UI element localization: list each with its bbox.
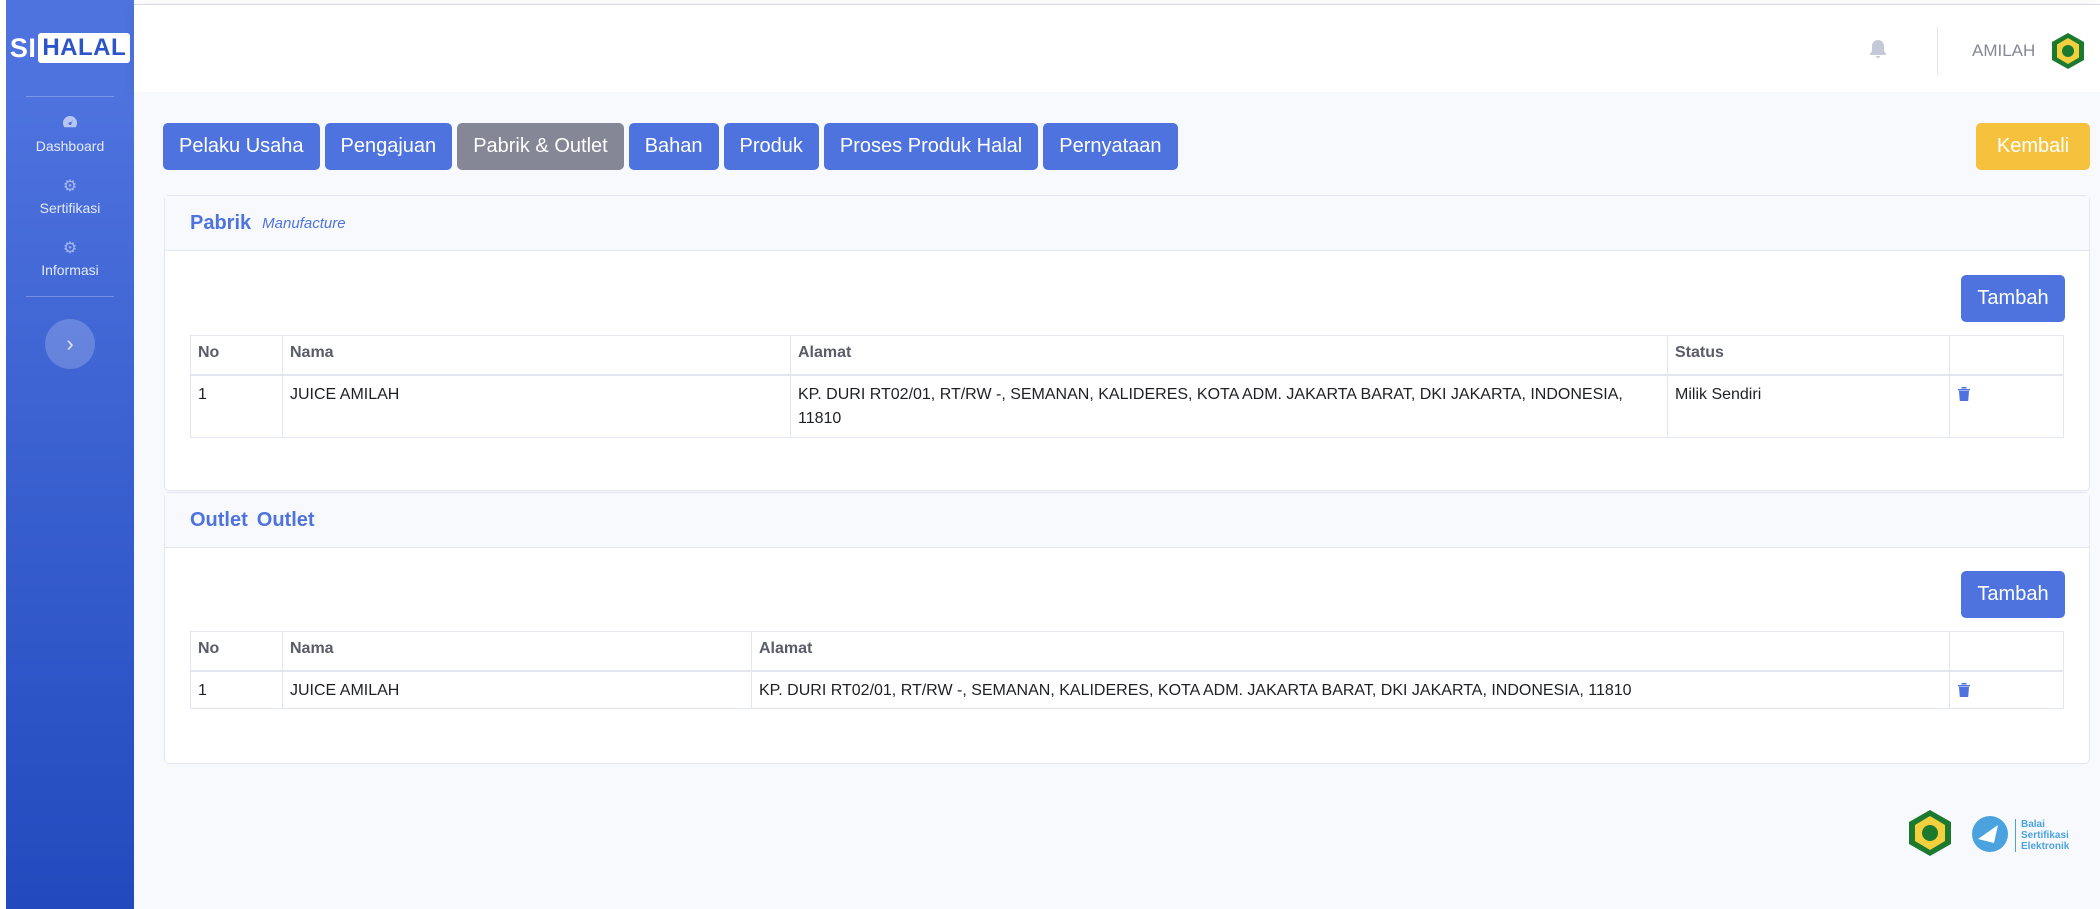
main-content: Pelaku Usaha Pengajuan Pabrik & Outlet B… (134, 92, 2100, 909)
cell-nama: JUICE AMILAH (282, 374, 791, 438)
pabrik-card-header: Pabrik Manufacture (165, 196, 2089, 251)
sidebar-item-informasi[interactable]: ⚙ Informasi (6, 226, 134, 296)
cell-nama: JUICE AMILAH (282, 670, 752, 709)
tab-pengajuan[interactable]: Pengajuan (324, 123, 453, 170)
cell-status: Milik Sendiri (1667, 374, 1950, 438)
card-title: Outlet (190, 508, 248, 531)
cell-actions (1949, 670, 2064, 709)
tab-pabrik-outlet[interactable]: Pabrik & Outlet (457, 123, 624, 170)
table-header-row: No Nama Alamat (190, 631, 2064, 672)
pabrik-table: No Nama Alamat Status 1 JUICE AMILAH KP.… (190, 335, 2064, 438)
column-header: Alamat (751, 631, 1950, 672)
sidebar-item-sertifikasi[interactable]: ⚙ Sertifikasi (6, 164, 134, 226)
sidebar-item-label: Informasi (41, 262, 99, 278)
outlet-table: No Nama Alamat 1 JUICE AMILAH KP. DURI R… (190, 631, 2064, 709)
sidebar-item-label: Dashboard (35, 138, 105, 154)
column-header: Nama (282, 335, 791, 376)
add-outlet-button[interactable]: Tambah (1961, 571, 2065, 618)
bell-icon[interactable] (1868, 39, 1888, 67)
chevron-right-icon: › (66, 331, 74, 356)
topbar-divider (1937, 27, 1938, 75)
add-pabrik-button[interactable]: Tambah (1961, 275, 2065, 322)
sidebar-toggle-button[interactable]: › (45, 319, 95, 369)
tab-produk[interactable]: Produk (723, 123, 819, 170)
card-subtitle: Outlet (256, 508, 315, 531)
cell-alamat: KP. DURI RT02/01, RT/RW -, SEMANAN, KALI… (751, 670, 1950, 709)
back-button[interactable]: Kembali (1976, 123, 2090, 170)
sidebar-item-label: Sertifikasi (39, 200, 101, 216)
table-row: 1 JUICE AMILAH KP. DURI RT02/01, RT/RW -… (190, 374, 2064, 438)
column-header: No (190, 335, 283, 376)
outlet-card-header: Outlet Outlet (165, 493, 2089, 548)
outlet-card: Outlet Outlet Tambah No Nama Alamat 1 JU… (164, 492, 2090, 764)
kemenag-logo (1909, 810, 1951, 856)
tab-bar: Pelaku Usaha Pengajuan Pabrik & Outlet B… (163, 123, 1178, 170)
column-header (1949, 631, 2064, 672)
cell-actions (1949, 374, 2064, 438)
card-subtitle: Manufacture (262, 214, 346, 232)
gear-icon: ⚙ (62, 240, 78, 257)
tab-proses-produk-halal[interactable]: Proses Produk Halal (823, 123, 1039, 170)
column-header (1949, 335, 2064, 376)
bse-line: Elektronik (2021, 841, 2070, 852)
tab-pernyataan[interactable]: Pernyataan (1043, 123, 1178, 170)
brand-part2: HALAL (38, 33, 131, 63)
bse-line: Balai (2021, 819, 2045, 830)
tab-bahan[interactable]: Bahan (628, 123, 719, 170)
topbar: AMILAH (134, 4, 2100, 92)
table-header-row: No Nama Alamat Status (190, 335, 2064, 376)
column-header: Nama (282, 631, 752, 672)
column-header: Status (1667, 335, 1950, 376)
cell-no: 1 (190, 670, 283, 709)
trash-icon[interactable] (1957, 681, 1971, 697)
table-row: 1 JUICE AMILAH KP. DURI RT02/01, RT/RW -… (190, 670, 2064, 709)
bse-logo (1972, 816, 2008, 852)
gear-icon: ⚙ (62, 178, 78, 195)
cell-no: 1 (190, 374, 283, 438)
cell-alamat: KP. DURI RT02/01, RT/RW -, SEMANAN, KALI… (790, 374, 1668, 438)
brand-logo[interactable]: SI HALAL (6, 0, 134, 96)
tab-pelaku-usaha[interactable]: Pelaku Usaha (163, 123, 320, 170)
bse-line: Sertifikasi (2021, 830, 2069, 841)
column-header: No (190, 631, 283, 672)
sidebar-divider (26, 296, 114, 297)
column-header: Alamat (790, 335, 1668, 376)
trash-icon[interactable] (1957, 385, 1971, 401)
sidebar: SI HALAL Dashboard ⚙ Sertifikasi ⚙ Infor… (0, 0, 134, 909)
card-title: Pabrik (190, 211, 252, 234)
sidebar-item-dashboard[interactable]: Dashboard (6, 97, 134, 164)
avatar[interactable] (2048, 31, 2088, 71)
user-name[interactable]: AMILAH (1972, 41, 2035, 61)
tachometer-icon (62, 115, 78, 134)
brand-part1: SI (9, 32, 37, 63)
bse-text: Balai Sertifikasi Elektronik (2015, 819, 2069, 852)
pabrik-card: Pabrik Manufacture Tambah No Nama Alamat… (164, 195, 2090, 491)
